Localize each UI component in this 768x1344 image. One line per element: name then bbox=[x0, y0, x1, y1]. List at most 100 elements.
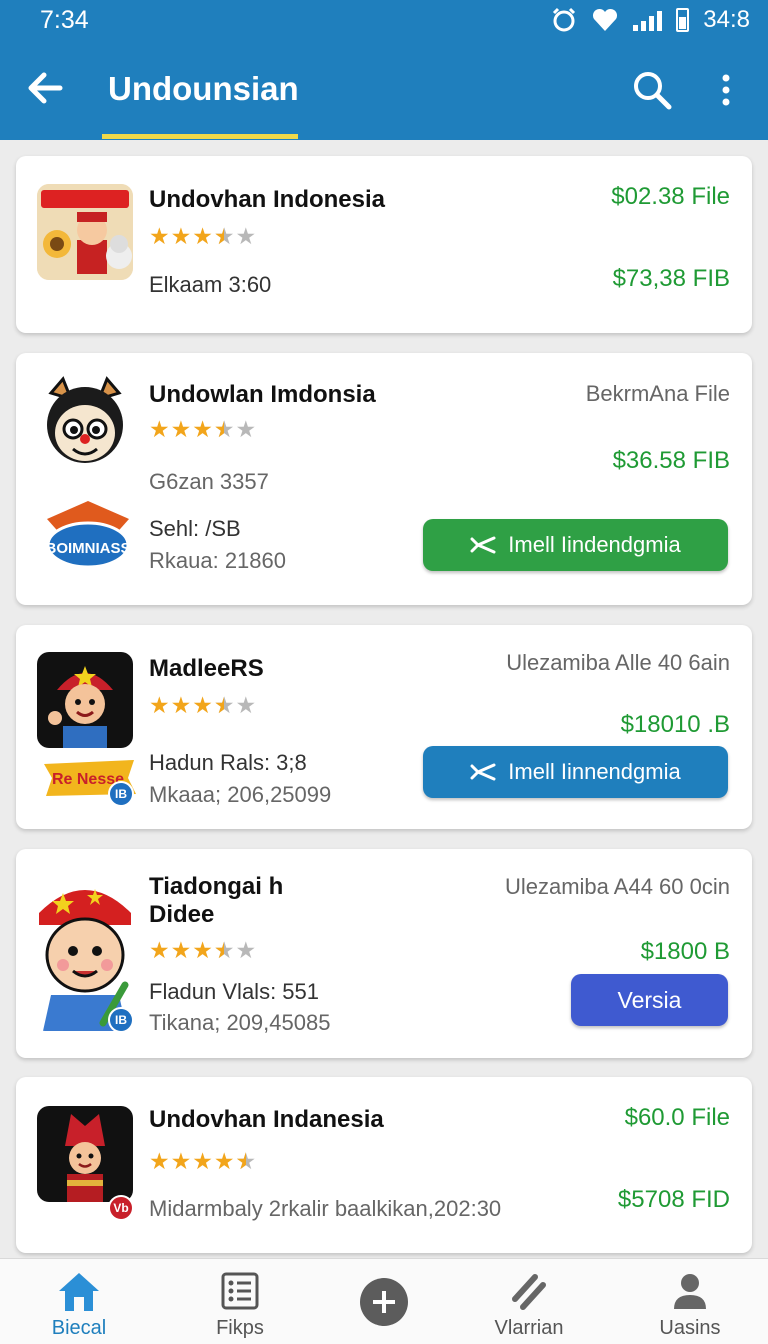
heart-icon bbox=[593, 8, 618, 31]
rating-stars: ★ ★ ★ ★ ★ bbox=[149, 1149, 256, 1173]
app-card-4[interactable]: IB Tiadongai h Didee ★★★★★ Fladun Vlals:… bbox=[16, 849, 752, 1058]
app-meta: Hadun Rals: 3;8 bbox=[149, 750, 307, 775]
page-title: Undounsian bbox=[108, 70, 299, 107]
install-button[interactable]: Imell Iindendgmia bbox=[423, 519, 728, 571]
app-bar: Undounsian bbox=[0, 40, 768, 140]
star-icon: ★ bbox=[192, 937, 213, 963]
nav-label: Vlarrian bbox=[494, 1317, 564, 1339]
nav-label: Fikps bbox=[216, 1317, 264, 1339]
app-card-1[interactable]: Undovhan Indonesia ★★★★★ Elkaam 3:60 $02… bbox=[16, 156, 752, 333]
app-thumbnail bbox=[37, 375, 133, 471]
app-card-2[interactable]: BOIMNIASS Undowlan Imdonsia ★★★★★ G6zan … bbox=[16, 353, 752, 605]
star-icon: ★ bbox=[214, 417, 235, 441]
app-downloads: Mkaaa; 206,25099 bbox=[149, 782, 332, 807]
app-downloads: Rkaua: 21860 bbox=[149, 548, 286, 573]
rating-stars: ★ ★ ★ ★ ★ bbox=[149, 938, 256, 962]
app-badge: IB bbox=[108, 1007, 134, 1033]
app-thumbnail bbox=[37, 652, 133, 748]
app-thumbnail bbox=[37, 1106, 133, 1202]
star-icon: ★ bbox=[170, 416, 192, 442]
status-clock: 34:8 bbox=[703, 6, 750, 33]
install-button[interactable]: Imell Iinnendgmia bbox=[423, 746, 728, 798]
star-icon: ★ bbox=[170, 1148, 192, 1174]
title-underline bbox=[102, 134, 298, 139]
nav-item-add[interactable] bbox=[309, 1259, 459, 1344]
status-time: 7:34 bbox=[40, 6, 89, 34]
bottom-navigation: Biecal Fikps Vlarrian Uasins bbox=[0, 1258, 768, 1344]
battery-icon bbox=[676, 8, 690, 32]
star-icon: ★ bbox=[192, 223, 213, 249]
install-button-label: Imell Iindendgmia bbox=[508, 532, 681, 557]
share-arrow-icon bbox=[470, 763, 496, 781]
app-name: Undovhan Indanesia bbox=[149, 1106, 384, 1133]
star-icon: ★ bbox=[149, 223, 170, 249]
app-thumbnail bbox=[37, 184, 133, 280]
star-icon: ★ bbox=[214, 224, 235, 248]
rating-stars: ★ ★ ★ ★ ★ bbox=[149, 224, 256, 248]
nav-item-users[interactable]: Uasins bbox=[615, 1259, 765, 1344]
app-size: Sehl: /SB bbox=[149, 516, 241, 541]
app-name-line-1: Tiadongai h bbox=[149, 873, 284, 900]
app-downloads: Tikana; 209,45085 bbox=[149, 1010, 331, 1035]
app-price: $18010 .B bbox=[620, 711, 730, 738]
app-price: $1800 B bbox=[640, 938, 730, 965]
version-button-label: Versia bbox=[617, 986, 682, 1013]
app-meta: Midarmbaly 2rkalir baalkikan,202:30 bbox=[149, 1196, 502, 1221]
nav-item-home[interactable]: Biecal bbox=[4, 1259, 154, 1344]
star-icon: ★ bbox=[170, 223, 192, 249]
star-icon: ★ bbox=[192, 416, 213, 442]
alarm-icon bbox=[553, 7, 576, 32]
back-arrow-icon[interactable] bbox=[22, 64, 70, 112]
star-icon: ★ bbox=[149, 692, 170, 718]
star-icon: ★ bbox=[192, 1148, 213, 1174]
status-bar: 7:34 34:8 bbox=[0, 0, 768, 40]
app-price: $02.38 File bbox=[611, 183, 730, 210]
share-arrow-icon bbox=[470, 536, 496, 554]
app-name: Undovhan Indonesia bbox=[149, 186, 386, 213]
star-icon: ★ bbox=[149, 1148, 170, 1174]
app-meta: Elkaam 3:60 bbox=[149, 272, 272, 297]
status-icons: 34:8 bbox=[551, 6, 750, 34]
app-file-label: Ulezamiba A44 60 0cin bbox=[504, 874, 730, 899]
install-button-label: Imell Iinnendgmia bbox=[508, 759, 681, 784]
app-price-secondary: $5708 FID bbox=[617, 1186, 730, 1213]
app-name: MadleeRS bbox=[149, 655, 264, 682]
app-meta: Fladun Vlals: 551 bbox=[149, 979, 319, 1004]
app-name: Undowlan Imdonsia bbox=[149, 381, 376, 408]
list-icon bbox=[221, 1272, 259, 1310]
app-price: $60.0 File bbox=[624, 1104, 730, 1131]
person-icon bbox=[674, 1274, 706, 1309]
star-icon: ★ bbox=[236, 1149, 257, 1173]
star-icon: ★ bbox=[192, 692, 213, 718]
star-icon: ★ bbox=[170, 937, 192, 963]
version-button[interactable]: Versia bbox=[571, 974, 728, 1026]
app-file-label: Ulezamiba Alle 40 6ain bbox=[506, 650, 730, 675]
add-icon bbox=[360, 1278, 408, 1326]
app-badge: Vb bbox=[108, 1195, 134, 1221]
more-vert-icon[interactable] bbox=[714, 70, 738, 110]
nav-label: Uasins bbox=[659, 1317, 721, 1339]
star-icon: ★ bbox=[235, 223, 257, 249]
star-icon: ★ bbox=[149, 937, 170, 963]
star-icon: ★ bbox=[235, 416, 257, 442]
app-card-5[interactable]: Vb Undovhan Indanesia ★★★★★ Midarmbaly 2… bbox=[16, 1077, 752, 1253]
app-file-label: BekrmAna File bbox=[585, 381, 730, 406]
app-price-secondary: $73,38 FIB bbox=[612, 265, 730, 292]
slashes-icon bbox=[512, 1274, 546, 1310]
nav-item-files[interactable]: Fikps bbox=[165, 1259, 315, 1344]
star-icon: ★ bbox=[214, 693, 235, 717]
app-badge: IB bbox=[108, 781, 134, 807]
search-icon[interactable] bbox=[630, 68, 674, 112]
app-price: $36.58 FIB bbox=[612, 447, 730, 474]
app-card-3[interactable]: Re Nesse IB MadleeRS ★★★★★ Hadun Rals: 3… bbox=[16, 625, 752, 829]
brand-logo-text: BOIMNIASS bbox=[45, 540, 130, 557]
star-icon: ★ bbox=[214, 938, 235, 962]
brand-logo: BOIMNIASS bbox=[45, 501, 131, 569]
nav-item-variations[interactable]: Vlarrian bbox=[454, 1259, 604, 1344]
app-meta: G6zan 3357 bbox=[149, 469, 269, 494]
home-icon bbox=[59, 1273, 99, 1311]
rating-stars: ★ ★ ★ ★ ★ bbox=[149, 693, 256, 717]
star-icon: ★ bbox=[235, 692, 257, 718]
app-name-line-2: Didee bbox=[149, 901, 215, 928]
star-icon: ★ bbox=[149, 416, 170, 442]
